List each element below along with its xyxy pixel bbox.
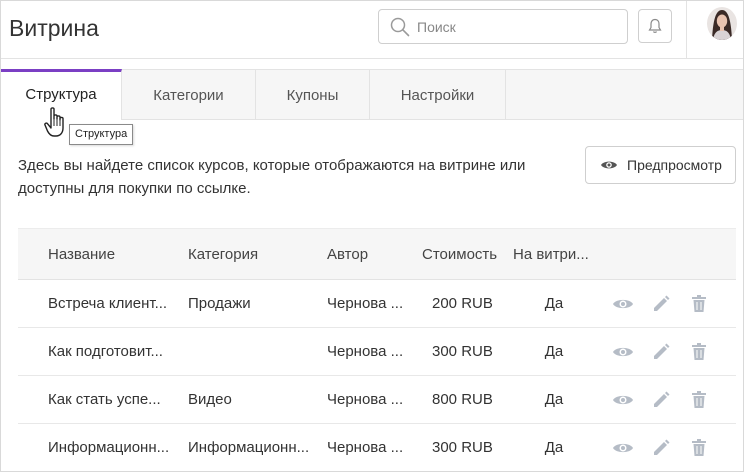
column-header-price[interactable]: Стоимость bbox=[422, 229, 512, 279]
course-showcase: Да bbox=[544, 295, 564, 312]
course-author: Чернова ... bbox=[327, 295, 404, 312]
eye-icon[interactable] bbox=[610, 297, 636, 311]
course-category: Информационн... bbox=[188, 439, 308, 456]
column-header-category[interactable]: Категория bbox=[188, 229, 308, 279]
avatar[interactable] bbox=[707, 7, 737, 40]
tab-bar: Структура Категории Купоны Настройки bbox=[1, 69, 743, 120]
table-row[interactable]: Как стать успе... Видео Чернова ... 800 … bbox=[18, 376, 736, 424]
tab-settings[interactable]: Настройки bbox=[370, 70, 506, 120]
course-showcase: Да bbox=[544, 391, 564, 408]
search-input[interactable] bbox=[417, 18, 607, 35]
course-author: Чернова ... bbox=[327, 391, 404, 408]
pencil-icon[interactable] bbox=[648, 391, 674, 409]
course-price: 800 RUB bbox=[432, 391, 493, 408]
app-window: Витрина Поиск Структура Категории Купоны… bbox=[0, 0, 744, 472]
search-icon bbox=[390, 17, 410, 36]
notifications-button[interactable] bbox=[638, 9, 672, 43]
page-description: Здесь вы найдете список курсов, которые … bbox=[18, 157, 526, 197]
course-author: Чернова ... bbox=[327, 343, 404, 360]
preview-button[interactable]: Предпросмотр bbox=[585, 146, 736, 184]
column-header-name[interactable]: Название bbox=[48, 229, 178, 279]
preview-button-label: Предпросмотр bbox=[627, 157, 722, 173]
user-menu[interactable] bbox=[686, 1, 743, 58]
courses-table: Название Категория Автор Стоимость На ви… bbox=[18, 228, 736, 471]
trash-icon[interactable] bbox=[686, 343, 712, 360]
course-price: 300 RUB bbox=[432, 439, 493, 456]
course-name[interactable]: Встреча клиент... bbox=[48, 280, 178, 327]
course-author: Чернова ... bbox=[327, 439, 404, 456]
eye-icon[interactable] bbox=[610, 441, 636, 455]
course-showcase: Да bbox=[544, 439, 564, 456]
tab-label: Категории bbox=[153, 86, 224, 104]
row-actions bbox=[610, 328, 724, 375]
eye-icon[interactable] bbox=[610, 345, 636, 359]
tab-label: Настройки bbox=[400, 86, 475, 104]
table-row[interactable]: Информационн... Информационн... Чернова … bbox=[18, 424, 736, 471]
table-row[interactable]: Встреча клиент... Продажи Чернова ... 20… bbox=[18, 280, 736, 328]
page-title: Витрина bbox=[9, 15, 99, 41]
bell-icon bbox=[648, 18, 662, 33]
eye-icon[interactable] bbox=[610, 393, 636, 407]
tab-label: Структура bbox=[25, 86, 97, 103]
course-category: Продажи bbox=[188, 295, 251, 312]
course-price: 300 RUB bbox=[432, 343, 493, 360]
tab-label: Купоны bbox=[286, 86, 339, 104]
course-category bbox=[188, 328, 308, 375]
course-name[interactable]: Как подготовит... bbox=[48, 328, 178, 375]
row-actions bbox=[610, 424, 724, 471]
trash-icon[interactable] bbox=[686, 391, 712, 408]
row-actions bbox=[610, 376, 724, 423]
pencil-icon[interactable] bbox=[648, 439, 674, 457]
tab-categories[interactable]: Категории bbox=[122, 70, 256, 120]
hand-cursor-icon bbox=[44, 107, 70, 144]
course-name[interactable]: Информационн... bbox=[48, 424, 178, 471]
eye-icon bbox=[601, 161, 617, 169]
trash-icon[interactable] bbox=[686, 295, 712, 312]
pencil-icon[interactable] bbox=[648, 343, 674, 361]
table-row[interactable]: Как подготовит... Чернова ... 300 RUB Да bbox=[18, 328, 736, 376]
course-price: 200 RUB bbox=[432, 295, 493, 312]
course-name[interactable]: Как стать успе... bbox=[48, 376, 178, 423]
column-header-author[interactable]: Автор bbox=[327, 229, 411, 279]
course-category: Видео bbox=[188, 391, 232, 408]
search-box[interactable] bbox=[378, 9, 628, 44]
top-header: Витрина bbox=[1, 1, 743, 59]
pencil-icon[interactable] bbox=[648, 295, 674, 313]
row-actions bbox=[610, 280, 724, 327]
tooltip: Структура bbox=[69, 124, 134, 145]
trash-icon[interactable] bbox=[686, 439, 712, 456]
tab-coupons[interactable]: Купоны bbox=[256, 70, 370, 120]
column-header-showcase[interactable]: На витри... bbox=[513, 229, 595, 279]
table-header: Название Категория Автор Стоимость На ви… bbox=[18, 228, 736, 280]
course-showcase: Да bbox=[544, 343, 564, 360]
